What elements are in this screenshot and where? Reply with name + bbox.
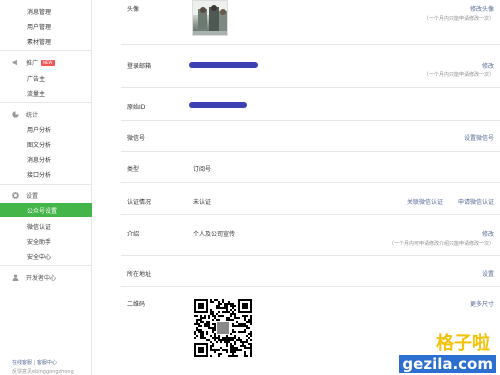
apply-verification-link[interactable]: 申请微信认证 bbox=[458, 197, 494, 206]
sidebar-item-article-analysis[interactable]: 图文分析 bbox=[27, 140, 51, 149]
sidebar-divider bbox=[0, 184, 92, 185]
verification-label: 认证情况 bbox=[127, 199, 152, 206]
sidebar-item-label: 公众号设置 bbox=[27, 208, 58, 215]
sidebar-item-security-assistant[interactable]: 安全助手 bbox=[27, 237, 51, 246]
email-note: （一个月内只能申请修改一次） bbox=[423, 72, 494, 78]
sidebar-item-message-analysis[interactable]: 消息分析 bbox=[27, 155, 51, 164]
row-divider bbox=[121, 286, 500, 287]
help-center-link[interactable]: 客服中心 bbox=[37, 360, 57, 366]
more-sizes-link[interactable]: 更多尺寸 bbox=[470, 299, 494, 308]
watermark-cn-text: 格子啦 bbox=[436, 333, 490, 354]
avatar-label: 头像 bbox=[127, 6, 140, 13]
person-icon bbox=[12, 274, 19, 281]
change-avatar-link[interactable]: 修改头像 bbox=[470, 4, 494, 13]
type-value: 订阅号 bbox=[193, 166, 212, 173]
separator: | bbox=[33, 360, 36, 366]
set-address-link[interactable]: 设置 bbox=[482, 269, 494, 278]
avatar-note: （一个月内只能申请修改一次） bbox=[423, 16, 494, 22]
sidebar-item-publisher[interactable]: 流量主 bbox=[27, 89, 45, 98]
verification-value: 未认证 bbox=[193, 199, 212, 206]
intro-note: （一个月内可申请修改介绍只能申请修改一次） bbox=[388, 241, 494, 247]
stats-icon bbox=[12, 111, 19, 118]
row-divider bbox=[121, 182, 500, 183]
intro-value: 个人及公司宣传 bbox=[193, 231, 236, 238]
sidebar-item-wechat-verification[interactable]: 微信认证 bbox=[27, 222, 51, 231]
sidebar-group-ads: 推广 NEW bbox=[12, 58, 55, 67]
email-redacted bbox=[189, 62, 258, 68]
avatar bbox=[192, 0, 228, 36]
gear-icon bbox=[12, 192, 19, 199]
email-label: 登录邮箱 bbox=[127, 63, 152, 70]
row-divider bbox=[121, 120, 500, 121]
sidebar-item-developer-center[interactable]: 开发者中心 bbox=[12, 273, 56, 282]
megaphone-icon bbox=[12, 59, 17, 66]
row-divider bbox=[121, 255, 500, 256]
qrcode-label: 二维码 bbox=[127, 301, 146, 308]
watermark: 格子啦 gezila.com bbox=[398, 323, 500, 375]
sidebar-group-settings: 设置 bbox=[12, 191, 38, 200]
sidebar-item-security-center[interactable]: 安全中心 bbox=[27, 252, 51, 261]
row-divider bbox=[121, 87, 500, 88]
sidebar-item-account-settings[interactable]: 公众号设置 bbox=[0, 203, 92, 217]
online-support-link[interactable]: 在线客服 bbox=[12, 360, 32, 366]
sidebar-group-label: 设置 bbox=[26, 193, 39, 200]
sidebar-divider bbox=[0, 102, 92, 103]
row-divider bbox=[121, 151, 500, 152]
sidebar-item-material-management[interactable]: 素材管理 bbox=[27, 37, 51, 46]
wechat-id-label: 微信号 bbox=[127, 135, 146, 142]
sidebar: 消息管理 用户管理 素材管理 推广 NEW 广告主 流量主 统计 用户分析 图文… bbox=[0, 0, 92, 375]
sidebar-divider bbox=[0, 265, 92, 266]
link-verification-link[interactable]: 关联微信认证 bbox=[407, 197, 443, 206]
sidebar-divider bbox=[0, 50, 92, 51]
change-intro-link[interactable]: 修改 bbox=[482, 229, 494, 238]
sidebar-group-label: 推广 bbox=[26, 60, 39, 67]
sidebar-group-stats: 统计 bbox=[12, 110, 38, 119]
sidebar-item-user-management[interactable]: 用户管理 bbox=[27, 22, 51, 31]
intro-label: 介绍 bbox=[127, 231, 140, 238]
sidebar-item-message-management[interactable]: 消息管理 bbox=[27, 7, 51, 16]
account-settings-panel: 头像 修改头像 （一个月内只能申请修改一次） 登录邮箱 修改 （一个月内只能申请… bbox=[92, 0, 500, 375]
sidebar-item-advertiser[interactable]: 广告主 bbox=[27, 74, 45, 83]
sidebar-group-label: 统计 bbox=[26, 112, 39, 119]
sidebar-item-user-analysis[interactable]: 用户分析 bbox=[27, 125, 51, 134]
set-wechat-id-link[interactable]: 设置微信号 bbox=[464, 133, 494, 142]
address-label: 所在地址 bbox=[127, 271, 152, 278]
sidebar-item-label: 开发者中心 bbox=[26, 275, 57, 282]
sidebar-footer-feedback[interactable]: 反馈意见ebinggongzhong bbox=[12, 368, 74, 375]
row-divider bbox=[121, 44, 500, 45]
sidebar-item-interface-analysis[interactable]: 接口分析 bbox=[27, 170, 51, 179]
type-label: 类型 bbox=[127, 166, 140, 173]
qr-code bbox=[194, 299, 252, 357]
new-badge: NEW bbox=[41, 59, 55, 66]
original-id-redacted bbox=[189, 102, 247, 108]
qr-code-image bbox=[194, 299, 252, 357]
original-id-label: 原始ID bbox=[127, 104, 146, 111]
watermark-domain-text: gezila.com bbox=[399, 355, 496, 373]
avatar-photo bbox=[193, 1, 227, 35]
row-divider bbox=[121, 214, 500, 215]
change-email-link[interactable]: 修改 bbox=[482, 61, 494, 70]
sidebar-footer-links: 在线客服 | 客服中心 bbox=[12, 359, 57, 366]
